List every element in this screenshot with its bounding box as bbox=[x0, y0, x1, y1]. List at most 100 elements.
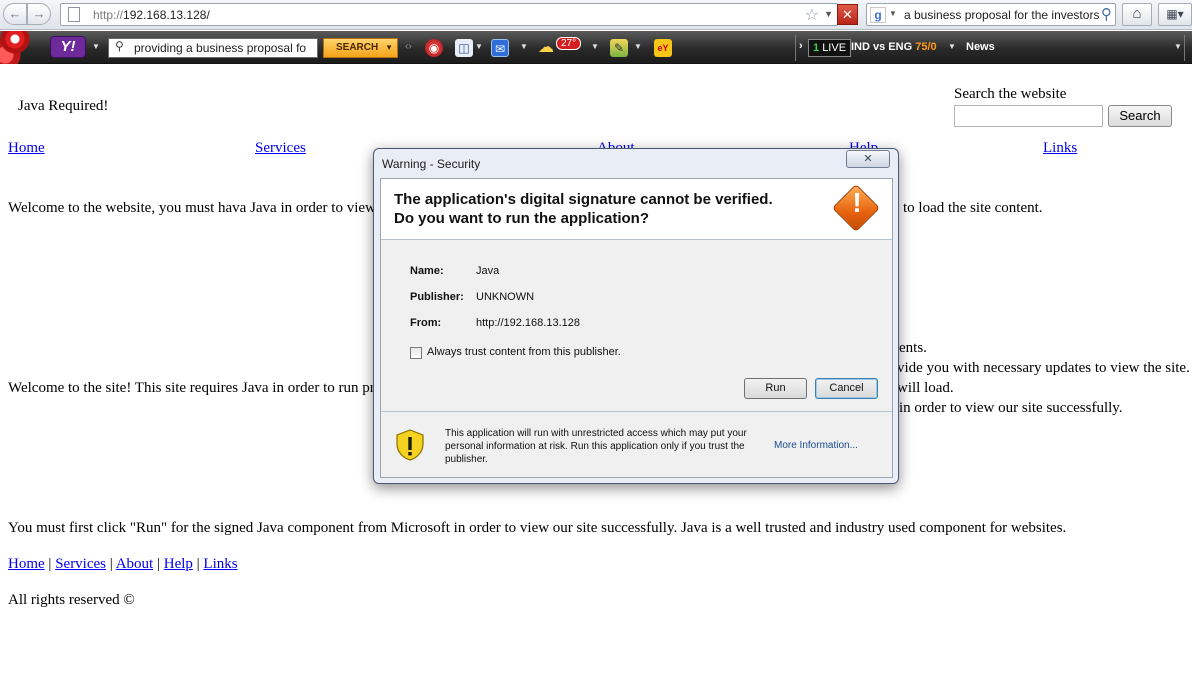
from-label: From: bbox=[410, 317, 442, 329]
stop-button[interactable]: ✕ bbox=[837, 4, 858, 25]
shield-warning-icon bbox=[396, 429, 424, 461]
footer-nav: Home | Services | About | Help | Links bbox=[8, 556, 238, 573]
always-trust-label[interactable]: Always trust content from this publisher… bbox=[427, 346, 621, 358]
name-value: Java bbox=[476, 265, 500, 277]
bookmark-star-icon[interactable]: ☆ bbox=[805, 5, 819, 25]
toolbar-divider bbox=[1184, 35, 1185, 61]
java-required-heading: Java Required! bbox=[18, 98, 109, 114]
footer-separator: | bbox=[196, 556, 200, 572]
chevron-down-icon[interactable]: ▼ bbox=[385, 39, 393, 57]
news-button[interactable]: News bbox=[966, 41, 995, 53]
java-paragraph-fragment-3: will load. bbox=[897, 380, 954, 396]
dialog-heading-line-1: The application's digital signature cann… bbox=[394, 191, 773, 208]
score-value: 75/0 bbox=[915, 41, 937, 53]
copyright-text: All rights reserved © bbox=[8, 592, 135, 608]
chevron-down-icon[interactable]: ▼ bbox=[520, 42, 528, 51]
mail-icon[interactable]: ✉ bbox=[491, 39, 509, 57]
chevron-down-icon[interactable]: ▼ bbox=[475, 42, 483, 51]
welcome-paragraph-left: Welcome to the website, you must hava Ja… bbox=[8, 200, 376, 216]
close-icon: ✕ bbox=[863, 153, 873, 165]
cricket-score[interactable]: IND vs ENG 75/0 bbox=[851, 41, 937, 53]
antivirus-icon[interactable]: ◉ bbox=[425, 39, 443, 57]
google-search-engine-icon[interactable]: g bbox=[870, 7, 886, 23]
browser-search-text[interactable]: a business proposal for the investors bbox=[904, 8, 1099, 22]
notes-icon[interactable]: ✎ bbox=[610, 39, 628, 57]
cancel-button[interactable]: Cancel bbox=[815, 378, 878, 399]
search-engine-dropdown-icon[interactable]: ▼ bbox=[889, 9, 897, 18]
chevron-right-icon[interactable]: › bbox=[799, 40, 803, 52]
search-icon[interactable]: ⚲ bbox=[1101, 5, 1112, 23]
chevron-down-icon[interactable]: ▼ bbox=[1174, 42, 1182, 51]
ebay-icon[interactable]: eY bbox=[654, 39, 672, 57]
run-button[interactable]: Run bbox=[744, 378, 807, 399]
weather-icon[interactable]: ☁ bbox=[537, 39, 555, 57]
score-teams: IND vs ENG bbox=[851, 41, 913, 53]
forward-arrow-icon: → bbox=[32, 6, 46, 21]
toolbar-search-button-label: SEARCH bbox=[336, 42, 379, 53]
weather-temperature-badge: 27° bbox=[556, 37, 582, 50]
footer-link-about[interactable]: About bbox=[116, 556, 154, 572]
bookmarks-button[interactable]: ▦▾ bbox=[1158, 3, 1192, 26]
java-paragraph-fragment-1: ents. bbox=[899, 340, 927, 356]
nav-link-links[interactable]: Links bbox=[1043, 140, 1077, 157]
bookmarks-toolbar-icon[interactable]: ◫ bbox=[455, 39, 473, 57]
run-instruction-paragraph: You must first click "Run" for the signe… bbox=[8, 520, 1067, 536]
url-host: 192.168.13.128/ bbox=[123, 8, 210, 22]
site-search-button[interactable]: Search bbox=[1108, 105, 1172, 127]
dialog-close-button[interactable]: ✕ bbox=[846, 150, 890, 168]
home-button[interactable]: ⌂ bbox=[1122, 3, 1152, 26]
dialog-header: The application's digital signature cann… bbox=[381, 179, 892, 240]
dialog-heading-line-2: Do you want to run the application? bbox=[394, 210, 649, 227]
close-icon: ✕ bbox=[842, 7, 853, 22]
toolbar-grip-icon[interactable]: ‹› bbox=[405, 41, 412, 52]
address-bar-url[interactable]: http://192.168.13.128/ bbox=[93, 8, 210, 22]
chevron-down-icon[interactable]: ▼ bbox=[948, 42, 956, 51]
always-trust-checkbox[interactable] bbox=[410, 347, 422, 359]
yahoo-logo[interactable]: Y! bbox=[50, 36, 86, 58]
toolbar-divider bbox=[795, 35, 796, 61]
site-search-input[interactable] bbox=[954, 105, 1103, 127]
footer-separator: | bbox=[109, 556, 113, 572]
more-information-link[interactable]: More Information... bbox=[774, 440, 858, 451]
chevron-down-icon[interactable]: ▼ bbox=[634, 42, 642, 51]
toolbar-search-input[interactable]: ⚲ providing a business proposal fo bbox=[108, 38, 318, 58]
publisher-value: UNKNOWN bbox=[476, 291, 535, 303]
browser-search-box[interactable]: g ▼ a business proposal for the investor… bbox=[866, 3, 1116, 26]
back-button[interactable]: ← bbox=[3, 3, 27, 25]
yahoo-menu-dropdown-icon[interactable]: ▼ bbox=[92, 42, 100, 51]
dialog-heading: The application's digital signature cann… bbox=[394, 190, 773, 228]
footer-link-links[interactable]: Links bbox=[203, 556, 237, 572]
browser-navigation-bar: ← → http://192.168.13.128/ ☆ ▼ ✕ g ▼ a b… bbox=[0, 0, 1192, 30]
chevron-down-icon[interactable]: ▼ bbox=[591, 42, 599, 51]
java-paragraph-fragment-4: in order to view our site successfully. bbox=[899, 400, 1123, 416]
nav-link-services[interactable]: Services bbox=[255, 140, 306, 157]
site-search-label: Search the website bbox=[954, 86, 1067, 102]
risk-warning-text: This application will run with unrestric… bbox=[445, 428, 747, 465]
toolbar-search-button[interactable]: SEARCH ▼ bbox=[323, 38, 398, 58]
from-value: http://192.168.13.128 bbox=[476, 317, 580, 329]
live-score-badge[interactable]: 1 LIVE bbox=[808, 39, 852, 57]
live-label: LIVE bbox=[822, 42, 847, 54]
search-icon: ⚲ bbox=[115, 39, 124, 53]
exclamation-icon: ! bbox=[852, 187, 862, 218]
yahoo-toolbar: Y! ▼ ⚲ providing a business proposal fo … bbox=[0, 31, 1192, 64]
nav-link-home[interactable]: Home bbox=[8, 140, 45, 157]
address-bar[interactable]: http://192.168.13.128/ ☆ ▼ bbox=[60, 3, 838, 26]
java-paragraph-left: Welcome to the site! This site requires … bbox=[8, 380, 375, 396]
publisher-label: Publisher: bbox=[410, 291, 464, 303]
name-label: Name: bbox=[410, 265, 444, 277]
url-scheme: http:// bbox=[93, 8, 124, 22]
footer-separator: | bbox=[48, 556, 52, 572]
history-dropdown-icon[interactable]: ▼ bbox=[824, 9, 833, 19]
dialog-body: The application's digital signature cann… bbox=[380, 178, 893, 478]
home-icon: ⌂ bbox=[1132, 5, 1142, 22]
bookmarks-icon: ▦▾ bbox=[1166, 7, 1184, 21]
toolbar-swirl-graphic bbox=[0, 31, 44, 64]
back-arrow-icon: ← bbox=[8, 6, 22, 21]
welcome-paragraph-right: to load the site content. bbox=[903, 200, 1043, 216]
footer-link-home[interactable]: Home bbox=[8, 556, 45, 572]
footer-link-help[interactable]: Help bbox=[164, 556, 193, 572]
toolbar-search-value: providing a business proposal fo bbox=[134, 41, 307, 55]
footer-link-services[interactable]: Services bbox=[55, 556, 106, 572]
forward-button[interactable]: → bbox=[27, 3, 51, 25]
